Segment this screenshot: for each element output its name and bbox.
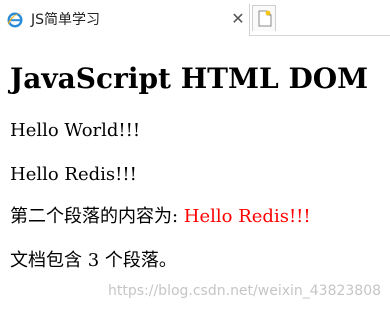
tab-js-learning[interactable]: JS简单学习 ✕ — [0, 4, 250, 36]
tab-title: JS简单学习 — [31, 12, 101, 28]
ie-icon — [6, 11, 24, 29]
new-tab-icon — [258, 10, 272, 27]
paragraph-count-text: 文档包含 3 个段落。 — [10, 250, 177, 271]
watermark: https://blog.csdn.net/weixin_43823808 — [108, 283, 382, 299]
paragraph-2: Hello Redis!!! — [10, 164, 137, 185]
second-paragraph-value: Hello Redis!!! — [183, 206, 311, 227]
tab-strip-divider — [250, 35, 390, 36]
paragraph-1: Hello World!!! — [10, 120, 141, 141]
second-paragraph-prefix: 第二个段落的内容为: — [10, 206, 184, 227]
browser-tab-strip: JS简单学习 ✕ — [0, 0, 390, 36]
paragraph-3: 第二个段落的内容为: Hello Redis!!! — [10, 206, 311, 228]
close-icon[interactable]: ✕ — [229, 9, 247, 29]
new-tab-button[interactable] — [252, 5, 276, 31]
page-heading: JavaScript HTML DOM — [10, 62, 369, 95]
